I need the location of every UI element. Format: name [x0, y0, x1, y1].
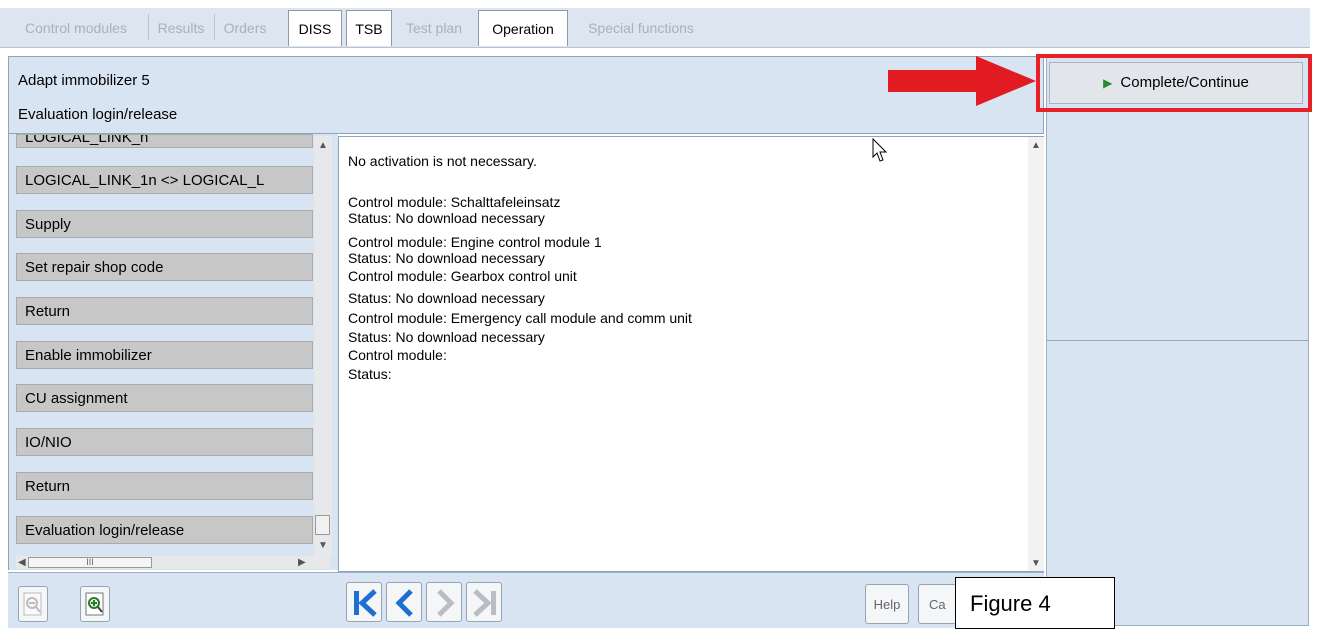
tab-orders[interactable]: Orders [216, 10, 274, 46]
list-item[interactable]: Supply [16, 210, 313, 238]
list-item[interactable]: CU assignment [16, 384, 313, 412]
previous-step-button[interactable] [386, 582, 422, 622]
skip-last-icon [473, 589, 496, 617]
zoom-in-icon [85, 592, 104, 616]
result-line: Control module: Emergency call module an… [348, 310, 692, 326]
list-item[interactable]: Set repair shop code [16, 253, 313, 281]
steps-hscroll-thumb[interactable]: III [28, 557, 152, 568]
result-line: Control module: Engine control module 1 [348, 234, 602, 250]
result-line: Status: No download necessary [348, 210, 545, 226]
operation-title: Adapt immobilizer 5 [18, 72, 150, 89]
scroll-up-icon[interactable]: ▲ [1031, 140, 1041, 151]
next-step-button[interactable] [426, 582, 462, 622]
right-panel-divider [1046, 340, 1309, 341]
result-line: Status: [348, 366, 392, 382]
scroll-right-icon[interactable]: ▶ [298, 557, 306, 568]
result-line: Control module: [348, 347, 447, 363]
list-item[interactable]: LOGICAL_LINK_n [16, 134, 313, 148]
steps-scroll-thumb[interactable] [315, 515, 330, 535]
zoom-out-icon [23, 592, 42, 616]
tab-diss[interactable]: DISS [288, 10, 342, 46]
tab-control-modules[interactable]: Control modules [6, 10, 146, 46]
zoom-out-button[interactable] [18, 586, 48, 622]
result-line: Status: No download necessary [348, 290, 545, 306]
result-intro-text: No activation is not necessary. [348, 153, 537, 169]
result-line: Status: No download necessary [348, 250, 545, 266]
list-item[interactable]: IO/NIO [16, 428, 313, 456]
tab-test-plan[interactable]: Test plan [396, 10, 472, 46]
red-arrow-icon [888, 56, 1036, 106]
zoom-in-button[interactable] [80, 586, 110, 622]
help-button[interactable]: Help [865, 584, 909, 624]
tab-special-functions[interactable]: Special functions [572, 10, 710, 46]
scroll-down-icon[interactable]: ▼ [1031, 558, 1041, 569]
tab-divider [148, 14, 149, 40]
result-line: Control module: Gearbox control unit [348, 268, 577, 284]
last-step-button[interactable] [466, 582, 502, 622]
list-item[interactable]: Return [16, 472, 313, 500]
list-item[interactable]: Evaluation login/release [16, 516, 313, 544]
mouse-cursor-icon [872, 138, 888, 162]
result-line: Status: No download necessary [348, 329, 545, 345]
tab-results[interactable]: Results [150, 10, 212, 46]
highlight-box [1036, 54, 1312, 112]
right-panel [1046, 56, 1309, 626]
operation-subtitle: Evaluation login/release [18, 106, 178, 123]
chevron-right-icon [437, 589, 455, 617]
figure-caption: Figure 4 [955, 577, 1115, 629]
scroll-down-icon[interactable]: ▼ [318, 540, 328, 551]
result-line: Control module: Schalttafeleinsatz [348, 194, 561, 210]
scroll-up-icon[interactable]: ▲ [318, 140, 328, 151]
tab-operation[interactable]: Operation [478, 10, 568, 46]
skip-first-icon [354, 589, 377, 617]
list-item[interactable]: LOGICAL_LINK_1n <> LOGICAL_L [16, 166, 313, 194]
result-vertical-scrollbar[interactable] [1028, 137, 1044, 571]
first-step-button[interactable] [346, 582, 382, 622]
steps-vertical-scrollbar[interactable] [314, 136, 332, 556]
scroll-left-icon[interactable]: ◀ [18, 557, 26, 568]
tab-divider [214, 14, 215, 40]
chevron-left-icon [395, 589, 413, 617]
list-item[interactable]: Return [16, 297, 313, 325]
tab-tsb[interactable]: TSB [346, 10, 392, 46]
list-item[interactable]: Enable immobilizer [16, 341, 313, 369]
